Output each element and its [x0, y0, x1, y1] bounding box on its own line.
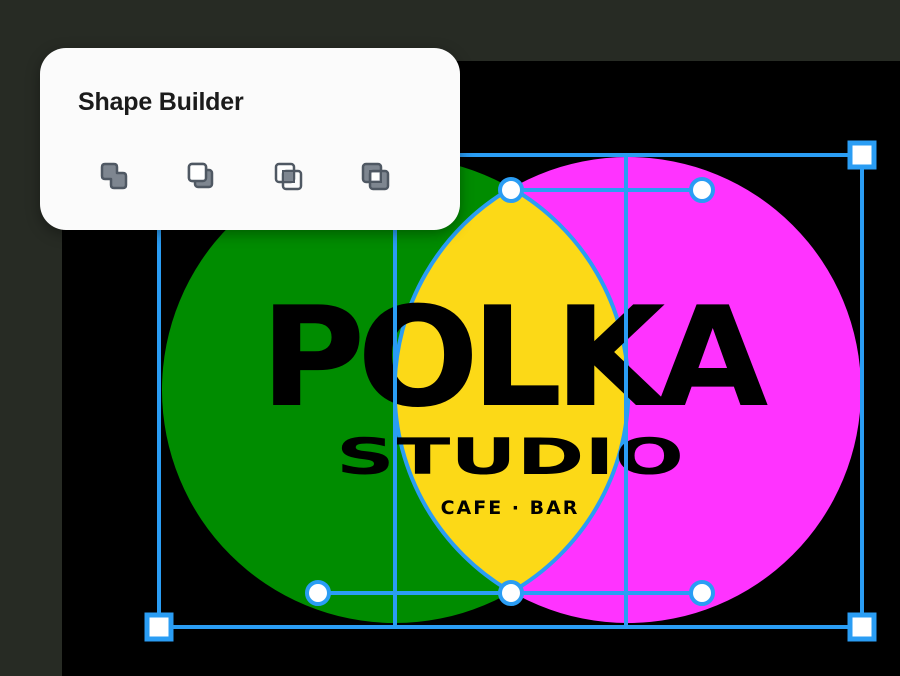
subtitle-text: STUDIO — [336, 428, 684, 486]
union-button[interactable] — [92, 154, 136, 198]
anchor-handle-top-right[interactable] — [689, 177, 715, 203]
resize-handle-bottom-right[interactable] — [847, 612, 877, 642]
exclude-button[interactable] — [353, 154, 397, 198]
intersect-button[interactable] — [266, 154, 310, 198]
exclude-icon — [361, 162, 390, 191]
shape-builder-panel: Shape Builder — [40, 48, 460, 230]
union-icon — [100, 162, 128, 190]
anchor-point-bottom[interactable] — [498, 580, 524, 606]
anchor-handle-bottom-left[interactable] — [305, 580, 331, 606]
resize-handle-top-right[interactable] — [847, 140, 877, 170]
anchor-handle-bottom-right[interactable] — [689, 580, 715, 606]
panel-title: Shape Builder — [78, 88, 244, 116]
intersect-icon — [274, 162, 303, 191]
tagline-text: CAFE · BAR — [441, 497, 580, 519]
wordmark-text: POLKA — [260, 277, 769, 438]
subtract-icon — [187, 162, 214, 189]
resize-handle-bottom-left[interactable] — [144, 612, 174, 642]
anchor-point-top[interactable] — [498, 177, 524, 203]
subtract-button[interactable] — [179, 154, 223, 198]
